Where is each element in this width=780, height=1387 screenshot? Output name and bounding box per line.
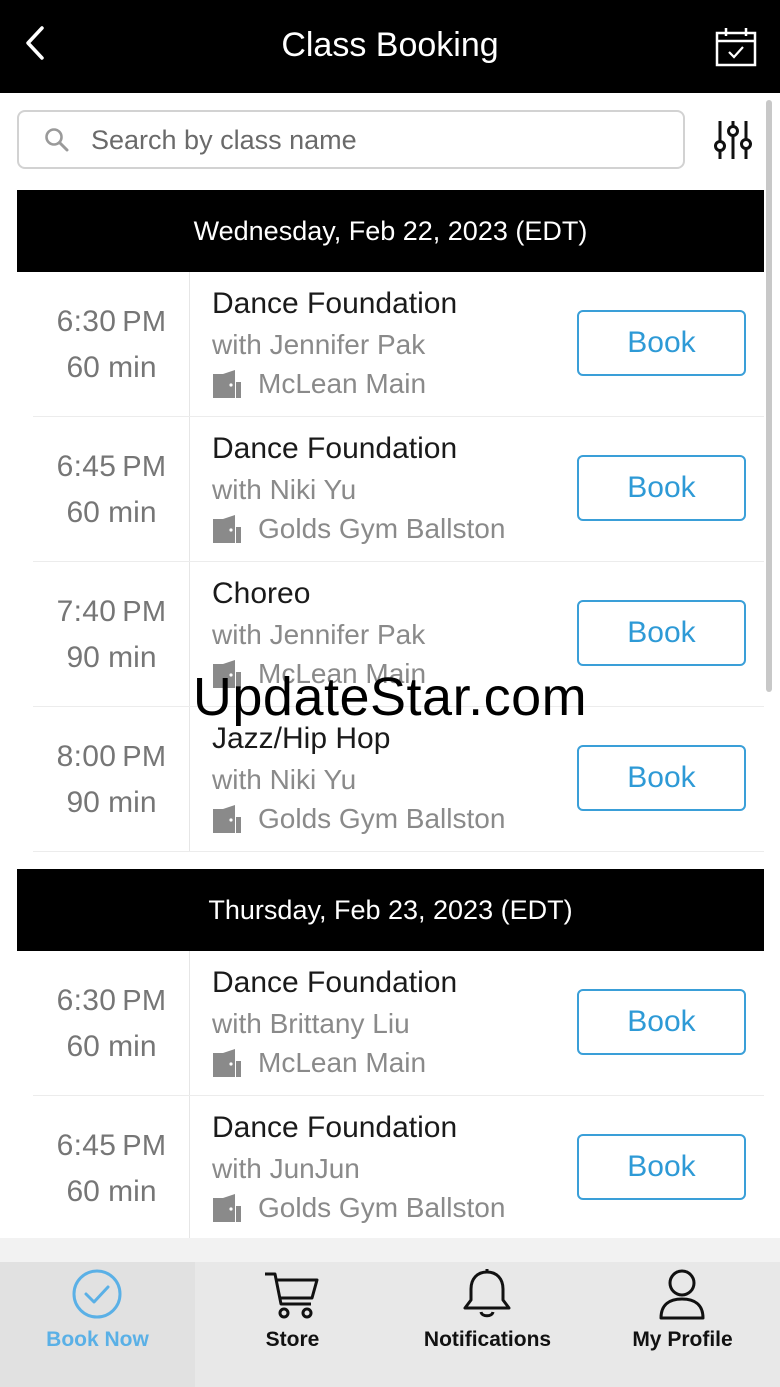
check-circle-icon: [72, 1269, 122, 1319]
book-button[interactable]: Book: [577, 989, 746, 1055]
tab-notifications[interactable]: Notifications: [390, 1262, 585, 1387]
book-button[interactable]: Book: [577, 745, 746, 811]
search-input[interactable]: [91, 118, 671, 162]
date-header: Wednesday, Feb 22, 2023 (EDT): [17, 190, 764, 272]
class-row: 6:30 PM 60 min Dance Foundation with Jenn…: [33, 272, 764, 417]
class-time: 7:40 PM: [56, 595, 167, 628]
class-time: 6:30 PM: [56, 984, 167, 1017]
calendar-button[interactable]: [714, 26, 758, 68]
book-button[interactable]: Book: [577, 455, 746, 521]
class-name: Dance Foundation: [212, 287, 458, 320]
door-icon: [213, 1049, 241, 1077]
class-time: 6:45 PM: [56, 1129, 167, 1162]
tab-store[interactable]: Store: [195, 1262, 390, 1387]
time-column: 6:30 PM 60 min: [33, 951, 190, 1095]
class-row: 6:30 PM 60 min Dance Foundation with Brit…: [33, 951, 764, 1096]
class-row: 6:45 PM 60 min Dance Foundation with Niki…: [33, 417, 764, 562]
class-duration: 60 min: [66, 496, 157, 529]
door-icon: [213, 805, 241, 833]
instructor-name: with Brittany Liu: [212, 1008, 410, 1039]
class-time: 6:30 PM: [56, 305, 167, 338]
instructor-name: with Jennifer Pak: [212, 329, 426, 360]
class-name: Dance Foundation: [212, 966, 458, 999]
search-box[interactable]: [17, 110, 685, 169]
tab-label: Book Now: [46, 1328, 149, 1351]
book-button[interactable]: Book: [577, 1134, 746, 1200]
bottom-tab-bar: Book Now Store Notifications My Profile: [0, 1262, 780, 1387]
tab-label: Store: [265, 1328, 320, 1351]
class-name: Dance Foundation: [212, 432, 458, 465]
filter-button[interactable]: [711, 118, 755, 162]
class-duration: 90 min: [66, 786, 157, 819]
calendar-check-icon: [715, 28, 757, 67]
time-column: 6:45 PM 60 min: [33, 417, 190, 561]
instructor-name: with Niki Yu: [212, 474, 357, 505]
class-duration: 60 min: [66, 1030, 157, 1063]
search-icon: [45, 128, 69, 152]
bell-icon: [463, 1269, 511, 1318]
scrollbar[interactable]: [766, 100, 772, 692]
tab-label: My Profile: [632, 1328, 733, 1351]
sliders-icon: [714, 121, 752, 159]
user-icon: [659, 1269, 705, 1320]
class-time: 8:00 PM: [56, 740, 167, 773]
cart-icon: [265, 1272, 319, 1319]
book-button[interactable]: Book: [577, 310, 746, 376]
tab-label: Notifications: [423, 1328, 552, 1351]
class-time: 6:45 PM: [56, 450, 167, 483]
class-name: Dance Foundation: [212, 1111, 458, 1144]
watermark-text: UpdateStar.com: [192, 667, 588, 727]
instructor-name: with JunJun: [212, 1153, 360, 1184]
list-footer-gap: [0, 1238, 780, 1262]
page-title: Class Booking: [281, 26, 499, 64]
class-row: 8:00 PM 90 min Jazz/Hip Hop with Niki Yu …: [33, 707, 764, 852]
instructor-name: with Jennifer Pak: [212, 619, 426, 650]
time-column: 8:00 PM 90 min: [33, 707, 190, 851]
tab-book-now[interactable]: Book Now: [0, 1262, 195, 1387]
class-row: 6:45 PM 60 min Dance Foundation with JunJ…: [33, 1096, 764, 1241]
time-column: 6:30 PM 60 min: [33, 272, 190, 416]
top-bar: Class Booking: [0, 0, 780, 93]
door-icon: [213, 1194, 241, 1222]
class-duration: 60 min: [66, 1175, 157, 1208]
door-icon: [213, 515, 241, 543]
instructor-name: with Niki Yu: [212, 764, 357, 795]
time-column: 6:45 PM 60 min: [33, 1096, 190, 1240]
date-header: Thursday, Feb 23, 2023 (EDT): [17, 869, 764, 951]
class-name: Choreo: [212, 577, 311, 610]
door-icon: [213, 370, 241, 398]
class-duration: 60 min: [66, 351, 157, 384]
book-button[interactable]: Book: [577, 600, 746, 666]
tab-my-profile[interactable]: My Profile: [585, 1262, 780, 1387]
